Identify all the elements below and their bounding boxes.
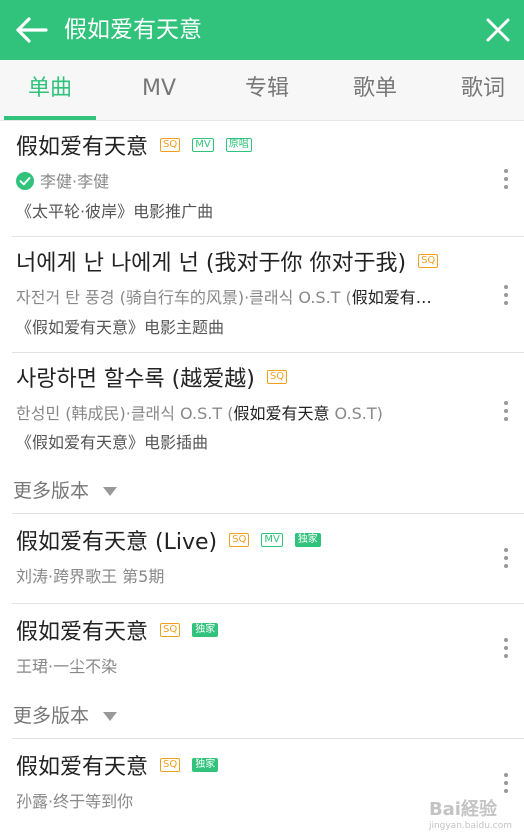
chevron-down-icon (103, 712, 118, 721)
song-row[interactable]: 假如爱有天意 SQ MV 原唱 李健·李健 《太平轮·彼岸》电影推广曲 (0, 121, 524, 237)
song-artist: 자전거 탄 풍경 (骑自行车的风景)·클래식 O.S.T ( (16, 288, 352, 307)
song-description: 《假如爱有天意》电影插曲 (16, 433, 209, 452)
more-options-icon[interactable] (502, 638, 510, 664)
sq-badge: SQ (266, 370, 288, 384)
more-options-icon[interactable] (502, 285, 510, 311)
watermark-main: Bai経验 (428, 799, 497, 820)
song-description: 《太平轮·彼岸》电影推广曲 (16, 202, 214, 221)
song-album-suffix: O.S.T) (329, 404, 383, 423)
downloaded-check-icon (16, 171, 34, 190)
baidu-watermark: Bai経验 jingyan.baidu.com (429, 795, 512, 831)
exclusive-badge: 独家 (294, 533, 321, 547)
sq-badge: SQ (160, 758, 181, 772)
song-title: 사랑하면 할수록 (越爱越) (16, 367, 255, 392)
mv-badge[interactable]: MV (192, 138, 214, 152)
song-artist: 李健·李健 (40, 172, 110, 191)
more-options-icon[interactable] (502, 401, 510, 427)
more-versions-row[interactable]: 更多版本 (0, 467, 524, 514)
sq-badge: SQ (418, 254, 439, 268)
song-artist: 한성민 (韩成民)·클래식 O.S.T ( (16, 404, 234, 423)
exclusive-badge: 独家 (192, 758, 219, 772)
tab-bar: 单曲 MV 专辑 歌单 歌词 (0, 60, 524, 121)
song-artist: 王珺·一尘不染 (16, 657, 118, 676)
back-arrow-icon[interactable] (14, 14, 50, 46)
song-album-highlight: 假如爱有天意 (233, 404, 330, 423)
song-title: 假如爱有天意 (16, 135, 149, 160)
tab-playlists[interactable]: 歌单 (330, 60, 420, 120)
watermark-url: jingyan.baidu.com (428, 821, 512, 831)
tab-singles[interactable]: 单曲 (4, 60, 96, 120)
tab-lyrics[interactable]: 歌词 (438, 60, 524, 120)
song-description: 《假如爱有天意》电影主题曲 (16, 318, 225, 337)
song-artist: 刘涛·跨界歌王 第5期 (16, 567, 165, 586)
song-title: 假如爱有天意 (16, 620, 149, 645)
song-artist: 孙露·终于等到你 (16, 792, 134, 811)
mv-badge[interactable]: MV (261, 533, 283, 547)
search-query[interactable]: 假如爱有天意 (64, 14, 202, 46)
song-row[interactable]: 사랑하면 할수록 (越爱越) SQ 한성민 (韩成民)·클래식 O.S.T (假… (0, 353, 524, 467)
search-header: 假如爱有天意 (0, 0, 524, 60)
more-options-icon[interactable] (502, 169, 510, 195)
song-row[interactable]: 假如爱有天意 (Live) SQ MV 独家 刘涛·跨界歌王 第5期 (0, 514, 524, 604)
tab-albums[interactable]: 专辑 (222, 60, 312, 120)
tab-mv[interactable]: MV (114, 60, 204, 120)
song-row[interactable]: 너에게 난 나에게 넌 (我对于你 你对于我) SQ 자전거 탄 풍경 (骑自行… (0, 237, 524, 353)
original-badge: 原唱 (225, 138, 252, 152)
song-row[interactable]: 假如爱有天意 SQ 独家 王珺·一尘不染 (0, 604, 524, 692)
more-versions-row[interactable]: 更多版本 (0, 692, 524, 739)
chevron-down-icon (103, 487, 118, 496)
sq-badge: SQ (229, 533, 250, 547)
more-options-icon[interactable] (502, 548, 510, 574)
song-title: 假如爱有天意 (16, 755, 149, 780)
more-versions-label: 更多版本 (13, 480, 90, 502)
song-album-highlight: 假如爱有… (351, 288, 432, 307)
more-versions-label: 更多版本 (13, 705, 90, 727)
close-icon[interactable] (482, 14, 514, 46)
sq-badge: SQ (160, 623, 181, 637)
sq-badge: SQ (160, 138, 181, 152)
exclusive-badge: 独家 (192, 623, 219, 637)
song-title: 너에게 난 나에게 넌 (我对于你 你对于我) (16, 251, 407, 276)
song-title: 假如爱有天意 (Live) (16, 530, 218, 555)
